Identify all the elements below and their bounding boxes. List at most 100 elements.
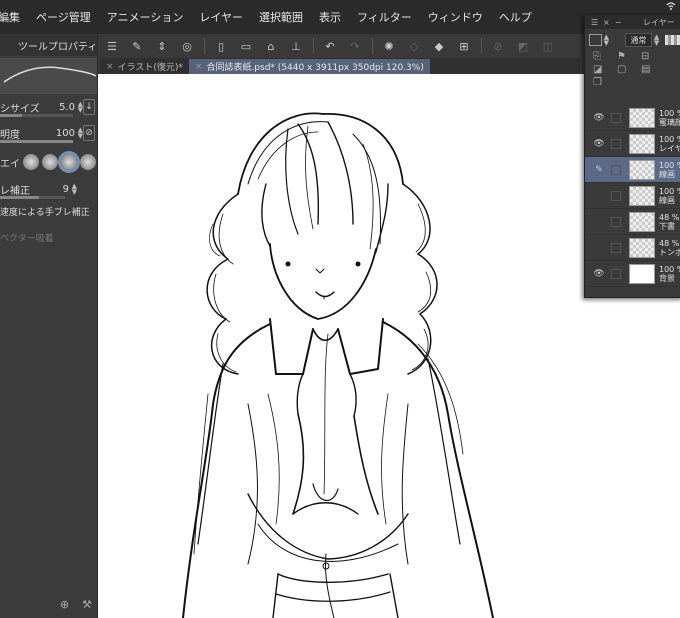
tool-property-tab[interactable]: ツールプロパティ bbox=[0, 38, 97, 53]
menu-help[interactable]: ヘルプ bbox=[499, 9, 532, 25]
close-icon[interactable]: × bbox=[195, 62, 203, 72]
opacity-row[interactable]: 明度 100 ▲ ▼ ⊘ bbox=[0, 122, 97, 144]
shape-option-3[interactable] bbox=[61, 154, 77, 170]
brush-size-value[interactable]: 5.0 bbox=[59, 102, 75, 113]
eye-icon[interactable]: 👁 bbox=[591, 269, 607, 279]
minimize-icon[interactable]: − bbox=[615, 18, 622, 27]
stabilization-slider[interactable] bbox=[0, 196, 65, 199]
opacity-label: 明度 bbox=[0, 129, 20, 141]
layer-item[interactable]: 👁 100 %背景 bbox=[585, 261, 680, 287]
layer-lock-toggle[interactable] bbox=[611, 216, 621, 227]
layer-lock-toggle[interactable] bbox=[611, 190, 621, 201]
close-icon[interactable]: × bbox=[106, 62, 114, 72]
layer-thumbnail bbox=[629, 263, 655, 284]
eye-icon[interactable]: 👁 bbox=[591, 191, 607, 201]
layer-thumbnail bbox=[629, 211, 655, 232]
stabilization-stepper[interactable]: ▲ ▼ bbox=[72, 183, 77, 196]
opacity-toggle[interactable]: ⊘ bbox=[83, 125, 95, 141]
stabilization-value[interactable]: 9 bbox=[63, 184, 69, 195]
pen-icon[interactable]: ✎ bbox=[591, 165, 607, 175]
new-raster-icon[interactable]: ▢ bbox=[617, 64, 631, 76]
layer-lock-toggle[interactable] bbox=[611, 164, 621, 175]
updown-icon[interactable]: ⇕ bbox=[150, 35, 174, 57]
layer-item[interactable]: 👁 100 %線画 bbox=[585, 183, 680, 209]
lock-icon[interactable]: ⊟ bbox=[641, 51, 655, 63]
close-icon[interactable]: × bbox=[603, 18, 610, 27]
layer-panel: ☰ × − レイヤー ▲ ▼ 通常 ▲ ▼ ⎘ ⚑ ⊟ ◪ ▢ ▤ ❐ 👁 10… bbox=[584, 14, 680, 298]
wrench-icon[interactable]: ⚒ bbox=[82, 598, 92, 611]
mode-stepper-icon[interactable]: ▲ ▼ bbox=[604, 34, 609, 47]
brush-preview bbox=[0, 58, 97, 94]
clip-icon[interactable]: ⎘ bbox=[593, 51, 607, 63]
blend-stepper-icon[interactable]: ▲ ▼ bbox=[654, 34, 659, 47]
eye-icon[interactable]: 👁 bbox=[591, 139, 607, 149]
mask-icon[interactable]: ◪ bbox=[593, 64, 607, 76]
menu-page-management[interactable]: ページ管理 bbox=[36, 9, 91, 25]
document-tab-cover[interactable]: × 合同誌表紙.psd* (5440 x 3911px 350dpi 120.3… bbox=[188, 59, 430, 74]
fill-icon[interactable]: ◆ bbox=[427, 35, 451, 57]
redo-icon[interactable]: ↷ bbox=[343, 35, 367, 57]
opacity-value[interactable]: 100 bbox=[56, 128, 75, 139]
layer-lock-toggle[interactable] bbox=[611, 242, 621, 253]
export-icon[interactable]: ⊥ bbox=[284, 35, 308, 57]
layer-thumbnail bbox=[629, 133, 655, 154]
snap-icon[interactable]: ◫ bbox=[536, 35, 560, 57]
layer-panel-titlebar: ☰ × − レイヤー bbox=[585, 15, 680, 29]
menu-window[interactable]: ウィンドウ bbox=[428, 9, 483, 25]
duplicate-icon[interactable]: ❐ bbox=[593, 77, 607, 89]
settings-icon[interactable]: ⊕ bbox=[60, 598, 69, 611]
layer-item[interactable]: 👁 48 %トンボ bbox=[585, 235, 680, 261]
menu-selection[interactable]: 選択範囲 bbox=[259, 9, 303, 25]
spiral-icon[interactable]: ◎ bbox=[175, 35, 199, 57]
layer-lock-toggle[interactable] bbox=[611, 138, 621, 149]
brush-size-toggle[interactable]: ↓ bbox=[83, 99, 95, 115]
speed-stabilization-row[interactable]: 速度による手ブレ補正 bbox=[0, 200, 97, 222]
brush-size-row[interactable]: シサイズ 5.0 ▲ ▼ ↓ bbox=[0, 96, 97, 118]
eye-icon[interactable]: 👁 bbox=[591, 243, 607, 253]
new-folder-icon[interactable]: ▤ bbox=[641, 64, 655, 76]
menu-view[interactable]: 表示 bbox=[319, 9, 341, 25]
undo-icon[interactable]: ↶ bbox=[318, 35, 342, 57]
menu-icon[interactable]: ☰ bbox=[100, 35, 124, 57]
layer-item[interactable]: ✎ 100 %線画 bbox=[585, 157, 680, 183]
open-folder-icon[interactable]: ▭ bbox=[234, 35, 258, 57]
document-tab-label: 合同誌表紙.psd* (5440 x 3911px 350dpi 120.3%) bbox=[206, 63, 424, 73]
shape-option-4[interactable] bbox=[80, 154, 96, 170]
opacity-slider[interactable] bbox=[0, 140, 73, 143]
menu-animation[interactable]: アニメーション bbox=[107, 9, 184, 25]
layer-lock-toggle[interactable] bbox=[611, 112, 621, 123]
blend-mode-select[interactable]: 通常 bbox=[625, 33, 652, 47]
deselect-icon[interactable]: ⊘ bbox=[486, 35, 510, 57]
save-icon[interactable]: ⌂ bbox=[259, 35, 283, 57]
edit-icon[interactable]: ✎ bbox=[125, 35, 149, 57]
stabilization-row[interactable]: レ補正 9 ▲ ▼ bbox=[0, 178, 97, 200]
menu-filter[interactable]: フィルター bbox=[357, 9, 412, 25]
document-tab-illust[interactable]: × イラスト(復元)* bbox=[100, 59, 189, 74]
vector-snap-row[interactable]: ベクター吸着 bbox=[0, 226, 97, 248]
command-bar: ☰ ✎ ⇕ ◎ ▯ ▭ ⌂ ⊥ ↶ ↷ ✺ ◇ ◆ ⊞ ⊘ ◩ ◫ bbox=[100, 34, 580, 58]
menu-icon[interactable]: ☰ bbox=[591, 18, 598, 27]
menu-layer[interactable]: レイヤー bbox=[199, 9, 243, 25]
reference-icon[interactable]: ⚑ bbox=[617, 51, 631, 63]
opacity-slider[interactable] bbox=[665, 35, 680, 45]
shape-option-2[interactable] bbox=[42, 154, 58, 170]
crop-icon[interactable]: ◩ bbox=[511, 35, 535, 57]
menu-edit[interactable]: 編集 bbox=[0, 9, 20, 25]
tool-property-panel: ツールプロパティ シサイズ 5.0 ▲ ▼ ↓ 明度 100 ▲ ▼ ⊘ エイ レ補… bbox=[0, 34, 98, 618]
layer-item[interactable]: 👁 100 %蜜璃顔 bbox=[585, 105, 680, 131]
layer-thumbnail bbox=[629, 237, 655, 258]
eye-icon[interactable]: 👁 bbox=[591, 217, 607, 227]
brush-stroke-preview bbox=[3, 66, 97, 83]
erase-icon[interactable]: ◇ bbox=[402, 35, 426, 57]
new-file-icon[interactable]: ▯ bbox=[209, 35, 233, 57]
layer-item[interactable]: 👁 48 %下書 bbox=[585, 209, 680, 235]
transform-icon[interactable]: ⊞ bbox=[452, 35, 476, 57]
shape-option-1[interactable] bbox=[23, 154, 39, 170]
document-tab-label: イラスト(復元)* bbox=[117, 63, 183, 73]
loading-icon[interactable]: ✺ bbox=[377, 35, 401, 57]
eye-icon[interactable]: 👁 bbox=[591, 113, 607, 123]
layer-item[interactable]: 👁 100 %レイヤ bbox=[585, 131, 680, 157]
mode-select-icon[interactable] bbox=[589, 34, 602, 46]
brush-size-slider[interactable] bbox=[0, 114, 73, 117]
layer-lock-toggle[interactable] bbox=[611, 268, 621, 279]
